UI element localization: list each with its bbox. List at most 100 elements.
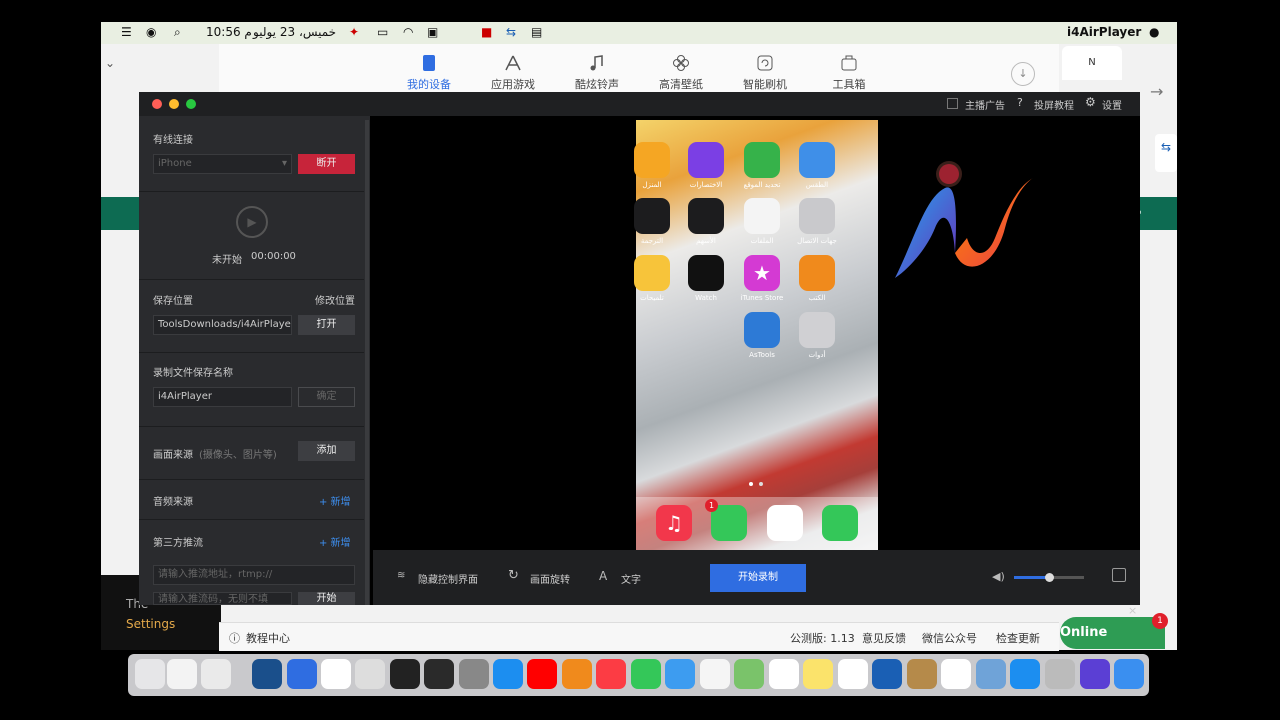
feedback-link[interactable]: 意见反馈 (862, 630, 906, 646)
launchpad-icon[interactable] (1045, 659, 1075, 689)
search-icon[interactable]: ⌕ (174, 25, 181, 40)
roblox-icon[interactable] (355, 659, 385, 689)
fullscreen-icon[interactable] (1112, 568, 1126, 582)
preview-icon[interactable] (201, 659, 231, 689)
preview-photo-icon[interactable] (976, 659, 1006, 689)
camera-icon[interactable] (390, 659, 420, 689)
screen-recorder-icon[interactable] (424, 659, 454, 689)
save-path-field[interactable]: ToolsDownloads/i4AirPlayer (153, 315, 292, 335)
forward-arrow-icon[interactable]: → (1150, 82, 1163, 101)
battery-icon[interactable]: ▭ (377, 25, 388, 39)
teamviewer-side-icon[interactable]: ⇆ (1155, 134, 1177, 172)
weather-icon[interactable] (799, 142, 835, 178)
shortcuts-icon[interactable] (688, 142, 724, 178)
calendar-icon[interactable] (838, 659, 868, 689)
photos-icon[interactable] (700, 659, 730, 689)
chevron-down-icon[interactable]: ⌄ (105, 56, 115, 70)
question-icon[interactable]: ? (1017, 96, 1023, 109)
app-store-icon[interactable] (493, 659, 523, 689)
teamviewer-icon[interactable]: ⇆ (506, 25, 516, 39)
record-icon[interactable]: ■ (481, 25, 492, 39)
settings-link[interactable]: Settings (126, 617, 175, 631)
notes-icon[interactable] (803, 659, 833, 689)
finder-icon[interactable] (1114, 659, 1144, 689)
utilities-folder-icon[interactable] (799, 312, 835, 348)
files-icon[interactable] (744, 198, 780, 234)
check-update-link[interactable]: 检查更新 (996, 630, 1040, 646)
hide-control-panel-button[interactable]: 隐藏控制界面 (418, 571, 478, 586)
find-my-icon[interactable] (744, 142, 780, 178)
messages-icon[interactable] (665, 659, 695, 689)
play-icon[interactable]: ▶ (236, 206, 268, 238)
screen-icon[interactable]: ▣ (427, 25, 438, 39)
hide-panel-icon[interactable]: ≋ (397, 570, 405, 581)
tips-icon[interactable] (634, 255, 670, 291)
tab-wallpapers[interactable]: 高清壁纸 (646, 54, 716, 92)
wifi-icon[interactable]: ◠ (403, 25, 413, 39)
browser-tab-icon[interactable]: N (1062, 46, 1122, 80)
stream-key-input[interactable]: 请输入推流码，无则不填 (153, 592, 292, 605)
document-icon[interactable] (167, 659, 197, 689)
apple-icon[interactable]: ● (1149, 25, 1159, 39)
books-icon[interactable] (799, 255, 835, 291)
tab-ringtones[interactable]: 酷炫铃声 (562, 54, 632, 92)
volume-knob[interactable] (1045, 573, 1054, 582)
flag-icon[interactable]: ✦ (349, 25, 359, 39)
start-recording-button[interactable]: 开始录制 (710, 564, 806, 592)
volume-icon[interactable]: ◀) (992, 570, 1005, 583)
menubar-date[interactable]: خميس، 23 يوليو (253, 25, 336, 39)
disconnect-button[interactable]: 断开 (298, 154, 355, 174)
text-icon[interactable]: A (599, 569, 607, 583)
text-overlay-button[interactable]: 文字 (621, 571, 641, 586)
tab-flash[interactable]: 智能刷机 (730, 54, 800, 92)
rotate-screen-button[interactable]: 画面旋转 (530, 571, 570, 586)
online-chat-button[interactable]: Online (1060, 617, 1165, 649)
i4-app-icon[interactable] (252, 659, 282, 689)
start-stream-button[interactable]: 开始 (298, 592, 355, 605)
stocks-icon[interactable] (688, 198, 724, 234)
help-icon[interactable]: ⓘ (229, 630, 240, 646)
confirm-button[interactable]: 确定 (298, 387, 355, 407)
maximize-window-button[interactable] (186, 99, 196, 109)
tab-toolbox[interactable]: 工具箱 (814, 54, 884, 92)
siri-icon[interactable] (1080, 659, 1110, 689)
add-source-button[interactable]: 添加 (298, 441, 355, 461)
maps-icon[interactable] (734, 659, 764, 689)
trash-icon[interactable] (135, 659, 165, 689)
browser-icon[interactable]: ◉ (146, 25, 156, 39)
books-icon[interactable] (562, 659, 592, 689)
device-select[interactable]: iPhone ▾ (153, 154, 292, 174)
download-icon[interactable]: ↓ (1011, 62, 1035, 86)
system-preferences-icon[interactable] (459, 659, 489, 689)
youtube-icon[interactable] (527, 659, 557, 689)
gmail-icon[interactable] (321, 659, 351, 689)
music-icon[interactable]: ♫ (656, 505, 692, 541)
menubar-app-name[interactable]: i4AirPlayer (1067, 25, 1141, 39)
safari-icon[interactable] (1010, 659, 1040, 689)
anchor-ad-checkbox[interactable] (947, 98, 958, 109)
open-folder-button[interactable]: 打开 (298, 315, 355, 335)
sidebar-scrollbar[interactable] (365, 120, 369, 605)
gear-icon[interactable]: ⚙ (1085, 95, 1096, 109)
safari-icon[interactable] (767, 505, 803, 541)
contacts-icon[interactable] (799, 198, 835, 234)
facetime-icon[interactable] (631, 659, 661, 689)
rtmp-url-input[interactable]: 请输入推流地址，rtmp:// (153, 565, 355, 585)
music-icon[interactable] (596, 659, 626, 689)
tutorial-center-link[interactable]: 教程中心 (246, 630, 290, 646)
settings-link[interactable]: 设置 (1102, 97, 1122, 112)
add-stream-link[interactable]: + 新增 (319, 534, 351, 549)
minimize-window-button[interactable] (169, 99, 179, 109)
translate-icon[interactable] (634, 198, 670, 234)
i4-tools-icon[interactable] (287, 659, 317, 689)
tab-my-device[interactable]: 我的设备 (394, 54, 464, 92)
tab-apps-games[interactable]: 应用游戏 (478, 54, 548, 92)
add-audio-link[interactable]: + 新增 (319, 493, 351, 508)
messages-icon[interactable] (711, 505, 747, 541)
chrome-icon[interactable] (941, 659, 971, 689)
watch-icon[interactable] (688, 255, 724, 291)
phone-icon[interactable] (822, 505, 858, 541)
anchor-ad-label[interactable]: 主播广告 (965, 97, 1005, 112)
record-name-field[interactable]: i4AirPlayer (153, 387, 292, 407)
cast-icon[interactable]: ▤ (531, 25, 542, 39)
